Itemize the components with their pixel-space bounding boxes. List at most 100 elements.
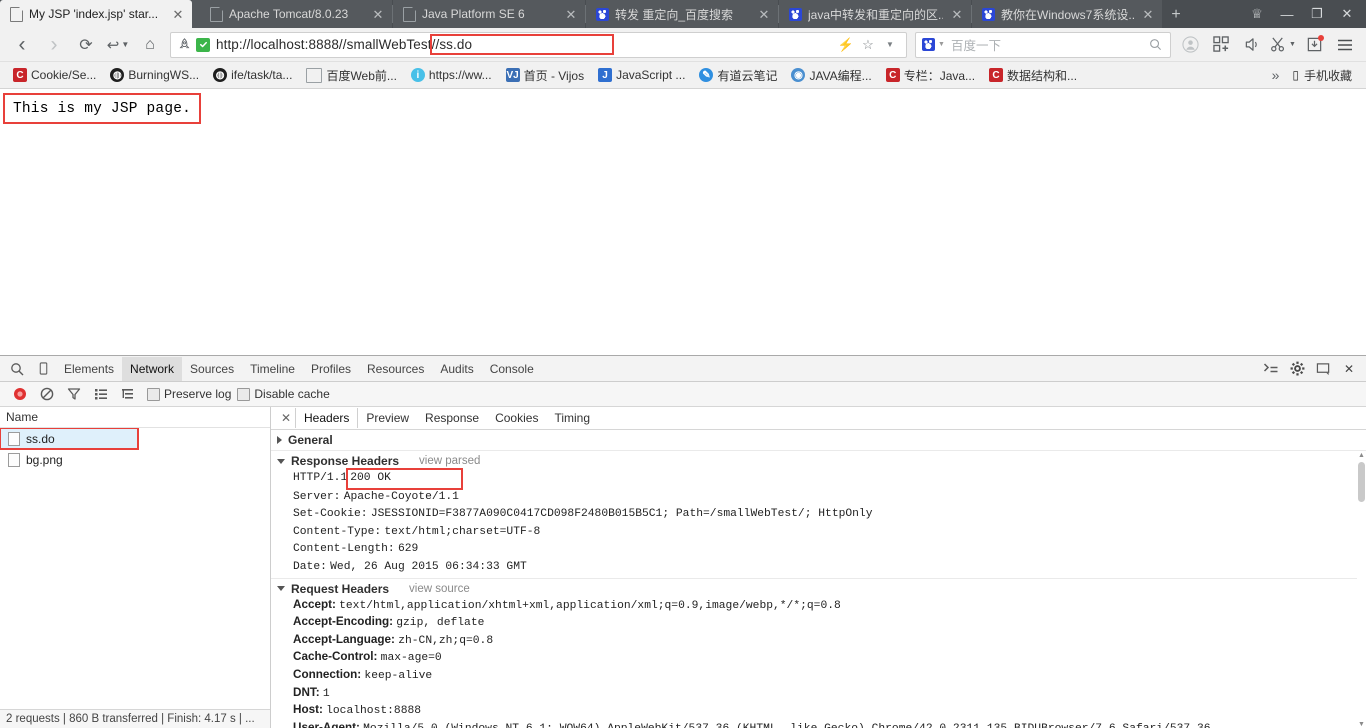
section-general[interactable]: General xyxy=(271,432,1366,448)
clear-icon[interactable] xyxy=(33,383,60,405)
scroll-down-arrow[interactable]: ▼ xyxy=(1358,721,1365,728)
maximize-icon[interactable]: ❐ xyxy=(1302,1,1332,27)
document-icon xyxy=(209,6,223,22)
browser-tab-2[interactable]: Java Platform SE 6 ✕ xyxy=(393,0,585,28)
tab-sources[interactable]: Sources xyxy=(182,357,242,381)
dock-position-icon[interactable] xyxy=(1310,357,1336,381)
detail-tab-headers[interactable]: Headers xyxy=(295,408,359,428)
rocket-icon[interactable] xyxy=(177,38,191,52)
home-button[interactable]: ⌂ xyxy=(134,31,166,59)
header-key: User-Agent: xyxy=(293,720,360,728)
tab-close-icon[interactable]: ✕ xyxy=(949,6,965,22)
back-button[interactable]: ‹ xyxy=(6,31,38,59)
bookmark-item[interactable]: C 专栏：Java... xyxy=(879,64,982,86)
bookmark-item[interactable]: 百度Web前... xyxy=(299,64,403,86)
tab-timeline[interactable]: Timeline xyxy=(242,357,303,381)
request-row-ss-do[interactable]: ss.do xyxy=(0,428,139,450)
bookmark-item[interactable]: J JavaScript ... xyxy=(591,64,692,86)
preserve-log-toggle[interactable]: Preserve log xyxy=(147,387,231,401)
tab-close-icon[interactable]: ✕ xyxy=(170,6,186,22)
chevron-down-icon[interactable]: ▼ xyxy=(938,41,945,48)
tab-elements[interactable]: Elements xyxy=(56,357,122,381)
detail-tab-preview[interactable]: Preview xyxy=(358,408,417,428)
tab-close-icon[interactable]: ✕ xyxy=(563,6,579,22)
secure-shield-icon[interactable] xyxy=(196,37,210,52)
tab-audits[interactable]: Audits xyxy=(432,357,481,381)
browser-tab-5[interactable]: 教你在Windows7系统设... ✕ xyxy=(972,0,1162,28)
bookmarks-overflow-icon[interactable]: » xyxy=(1267,67,1285,83)
header-key: Connection: xyxy=(293,667,362,681)
history-button[interactable]: ↩ ▼ xyxy=(102,31,134,59)
chevron-down-icon[interactable]: ▼ xyxy=(880,35,900,55)
bookmark-item[interactable]: ◍ ife/task/ta... xyxy=(206,64,299,86)
tab-console[interactable]: Console xyxy=(482,357,542,381)
bookmark-item[interactable]: ✎ 有道云笔记 xyxy=(692,64,784,86)
browser-tab-1[interactable]: Apache Tomcat/8.0.23 ✕ xyxy=(200,0,392,28)
bookmark-item[interactable]: C 数据结构和... xyxy=(982,64,1084,86)
device-toolbar-icon[interactable] xyxy=(30,357,56,381)
star-icon[interactable]: ☆ xyxy=(858,35,878,55)
browser-tab-3[interactable]: 转发 重定向_百度搜索 ✕ xyxy=(586,0,778,28)
disable-cache-toggle[interactable]: Disable cache xyxy=(237,387,330,401)
scroll-up-arrow[interactable]: ▲ xyxy=(1358,452,1365,459)
volume-icon[interactable] xyxy=(1237,31,1267,59)
filter-icon[interactable] xyxy=(60,383,87,405)
forward-button[interactable]: › xyxy=(38,31,70,59)
navigation-toolbar: ‹ › ⟳ ↩ ▼ ⌂ http://localhost:8888//smallW… xyxy=(0,28,1366,62)
scissors-icon[interactable]: ▼ xyxy=(1268,31,1298,59)
record-button-icon[interactable] xyxy=(6,383,33,405)
close-icon[interactable]: ✕ xyxy=(1336,357,1362,381)
view-parsed-link[interactable]: view parsed xyxy=(419,455,480,467)
download-icon[interactable] xyxy=(1299,31,1329,59)
menu-icon[interactable] xyxy=(1330,31,1360,59)
js-icon: J xyxy=(598,68,613,82)
bookmark-item[interactable]: ◉ JAVA编程... xyxy=(784,64,878,86)
detail-tab-timing[interactable]: Timing xyxy=(546,408,598,428)
request-detail-pane: ✕ Headers Preview Response Cookies Timin… xyxy=(271,407,1366,728)
section-request-headers[interactable]: Request Headers view source xyxy=(271,581,1366,597)
disable-cache-checkbox[interactable] xyxy=(237,387,251,401)
preserve-log-checkbox[interactable] xyxy=(147,387,160,401)
inspect-icon[interactable] xyxy=(4,357,30,381)
search-input[interactable]: 百度一下 xyxy=(951,35,1145,54)
tab-close-icon[interactable]: ✕ xyxy=(1140,6,1156,22)
address-bar[interactable]: http://localhost:8888//smallWebTest//ss.… xyxy=(170,31,907,58)
view-list-icon[interactable] xyxy=(87,383,114,405)
request-row-bg-png[interactable]: bg.png xyxy=(0,449,270,470)
bookmark-item[interactable]: VJ 首页 - Vijos xyxy=(499,64,591,86)
account-icon[interactable] xyxy=(1175,31,1205,59)
tab-close-icon[interactable]: ✕ xyxy=(370,6,386,22)
section-response-headers[interactable]: Response Headers view parsed xyxy=(271,453,1366,469)
gear-icon[interactable] xyxy=(1284,357,1310,381)
detail-tab-response[interactable]: Response xyxy=(417,408,487,428)
reload-button[interactable]: ⟳ xyxy=(70,31,102,59)
bookmark-item[interactable]: ◍ BurningWS... xyxy=(103,64,206,86)
chevron-down-icon[interactable]: ▼ xyxy=(1289,41,1296,48)
minimize-icon[interactable]: — xyxy=(1272,1,1302,27)
browser-tab-0[interactable]: My JSP 'index.jsp' star... ✕ xyxy=(0,0,192,28)
apps-grid-icon[interactable] xyxy=(1206,31,1236,59)
console-drawer-icon[interactable] xyxy=(1258,357,1284,381)
headers-scrollbar[interactable]: ▲ ▼ xyxy=(1357,452,1366,728)
bookmark-item[interactable]: i https://ww... xyxy=(404,64,499,86)
tab-network[interactable]: Network xyxy=(122,356,183,381)
address-bar-text: http://localhost:8888//smallWebTest//ss.… xyxy=(216,34,615,55)
search-box[interactable]: ▼ 百度一下 xyxy=(915,31,1171,58)
new-tab-button[interactable]: + xyxy=(1162,2,1190,28)
tab-close-icon[interactable]: ✕ xyxy=(756,6,772,22)
bookmark-item[interactable]: C Cookie/Se... xyxy=(6,64,103,86)
detail-tab-cookies[interactable]: Cookies xyxy=(487,408,546,428)
browser-tab-4[interactable]: java中转发和重定向的区... ✕ xyxy=(779,0,971,28)
view-source-link[interactable]: view source xyxy=(409,583,470,595)
lightning-icon[interactable]: ⚡ xyxy=(836,35,856,55)
search-icon[interactable] xyxy=(1145,35,1165,55)
scrollbar-thumb[interactable] xyxy=(1358,462,1365,502)
tab-profiles[interactable]: Profiles xyxy=(303,357,359,381)
mobile-bookmarks-button[interactable]: ▯ 手机收藏 xyxy=(1292,67,1356,84)
pin-window-icon[interactable]: ♕ xyxy=(1242,1,1272,27)
close-window-icon[interactable]: ✕ xyxy=(1332,1,1362,27)
close-detail-icon[interactable]: ✕ xyxy=(277,409,295,427)
header-row: Connection: keep-alive xyxy=(271,667,1366,685)
group-by-frame-icon[interactable] xyxy=(114,383,141,405)
tab-resources[interactable]: Resources xyxy=(359,357,432,381)
